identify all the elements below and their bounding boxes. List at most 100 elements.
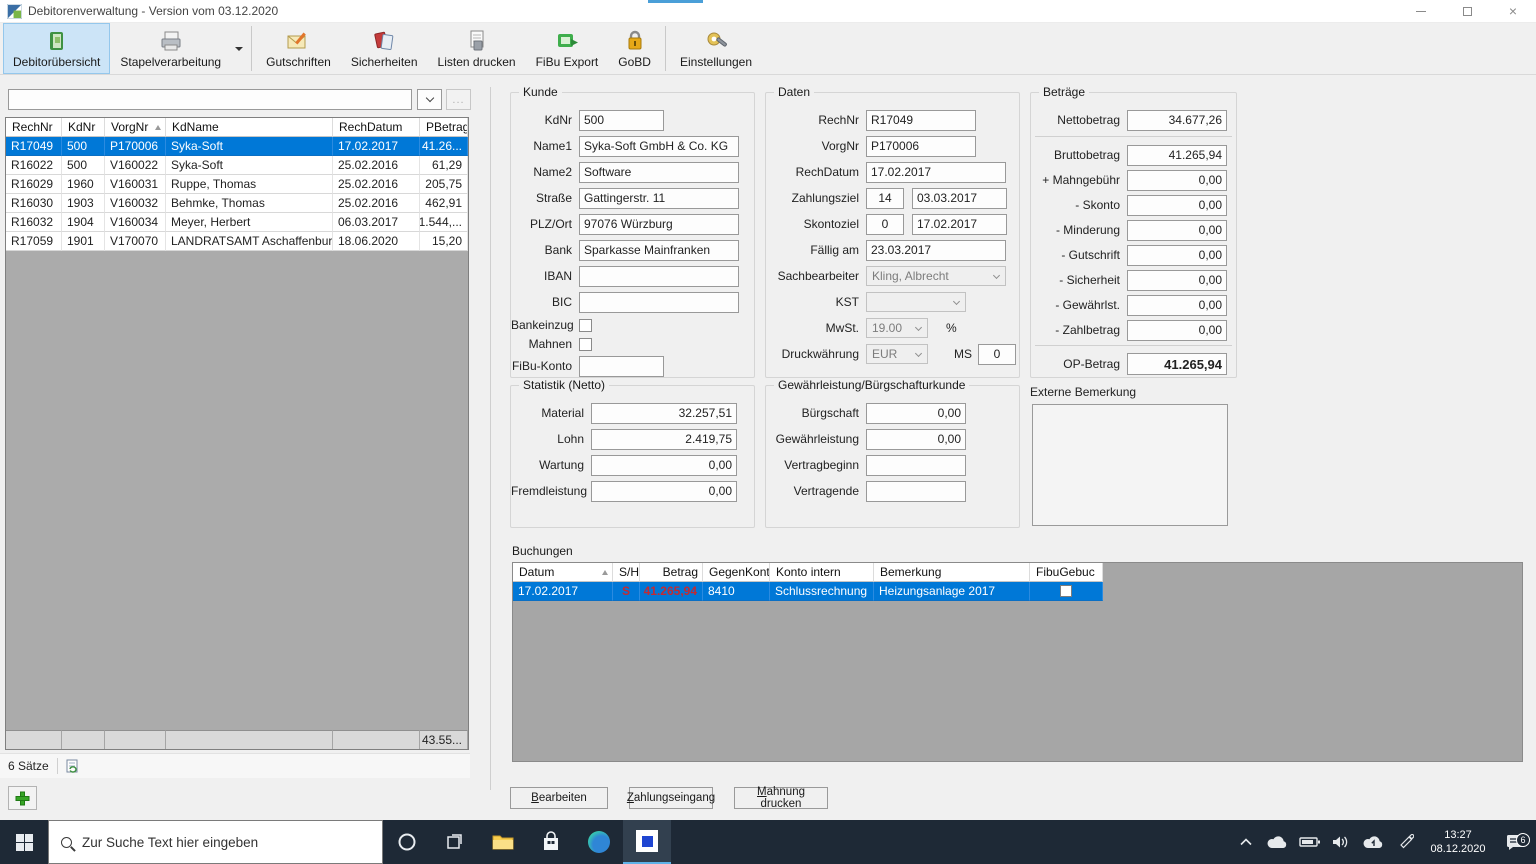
iban-input[interactable] [579, 266, 739, 287]
store-button[interactable] [527, 820, 575, 864]
name2-input[interactable] [579, 162, 739, 183]
toolbar-button-listen-drucken[interactable]: Listen drucken [428, 23, 526, 74]
zahlungsziel-days-input[interactable] [866, 188, 904, 209]
nettobetrag-input[interactable] [1127, 110, 1227, 131]
toolbar-button-fibu-export[interactable]: FiBu Export [526, 23, 609, 74]
zahlungsziel-date-input[interactable] [912, 188, 1007, 209]
bearbeiten-button[interactable]: Bearbeiten [510, 787, 608, 809]
table-row[interactable]: R160291960V160031Ruppe, Thomas25.02.2016… [6, 175, 468, 194]
table-row[interactable]: R170591901V170070LANDRATSAMT Aschaffenbu… [6, 232, 468, 251]
zahlbetrag-input[interactable] [1127, 320, 1227, 341]
taskbar-search[interactable]: Zur Suche Text hier eingeben [48, 820, 383, 864]
tray-expand-button[interactable] [1230, 838, 1262, 846]
material-input[interactable] [591, 403, 737, 424]
bruttobetrag-input[interactable] [1127, 145, 1227, 166]
bank-input[interactable] [579, 240, 739, 261]
volume-tray-button[interactable] [1326, 835, 1358, 849]
minderung-input[interactable] [1127, 220, 1227, 241]
notification-center-button[interactable]: 6 [1494, 833, 1536, 851]
table-row[interactable]: R17049500P170006Syka-Soft17.02.201741.26… [6, 137, 468, 156]
task-view-button[interactable] [431, 820, 479, 864]
vertragbeginn-input[interactable] [866, 455, 966, 476]
toolbar-button-debitoruebersicht[interactable]: Debitorübersicht [3, 23, 110, 74]
gewaehrlst-input[interactable] [1127, 295, 1227, 316]
column-header[interactable]: PBetrag [420, 118, 468, 137]
sicherheit-input[interactable] [1127, 270, 1227, 291]
table-row[interactable]: R16022500V160022Syka-Soft25.02.201661,29 [6, 156, 468, 175]
filter-combobox-input[interactable] [8, 89, 412, 110]
panel-splitter[interactable] [490, 87, 491, 790]
toolbar-button-gutschriften[interactable]: Gutschriften [256, 23, 341, 74]
start-button[interactable] [0, 820, 48, 864]
table-row[interactable]: R160321904V160034Meyer, Herbert06.03.201… [6, 213, 468, 232]
column-header[interactable]: KdName [166, 118, 333, 137]
mwst-combobox[interactable]: 19.00 [866, 318, 928, 338]
column-header[interactable]: KdNr [62, 118, 105, 137]
column-header[interactable]: Datum [513, 563, 613, 582]
toolbar-button-einstellungen[interactable]: Einstellungen [670, 23, 762, 74]
row-checkbox[interactable] [1060, 585, 1072, 597]
column-header[interactable]: Betrag [640, 563, 703, 582]
buergschaft-input[interactable] [866, 403, 966, 424]
minimize-button[interactable] [1398, 0, 1444, 22]
column-header[interactable]: FibuGebuc [1030, 563, 1103, 582]
debitorenverwaltung-app-button[interactable] [623, 820, 671, 864]
faellig-am-input[interactable] [866, 240, 1006, 261]
file-explorer-button[interactable] [479, 820, 527, 864]
wartung-input[interactable] [591, 455, 737, 476]
mahnen-checkbox[interactable] [579, 338, 592, 351]
fremdleistung-input[interactable] [591, 481, 737, 502]
filter-more-button[interactable]: ... [446, 89, 471, 110]
add-record-button[interactable] [8, 786, 37, 810]
maximize-button[interactable] [1444, 0, 1490, 22]
vertragende-input[interactable] [866, 481, 966, 502]
gewaehrleistung-input[interactable] [866, 429, 966, 450]
onedrive-tray-button[interactable] [1262, 835, 1294, 849]
close-button[interactable]: × [1490, 0, 1536, 22]
filter-dropdown-button[interactable] [417, 89, 442, 110]
table-row[interactable]: 17.02.2017S41.265,948410SchlussrechnungH… [513, 582, 1103, 601]
gutschrift-input[interactable] [1127, 245, 1227, 266]
pen-tray-button[interactable] [1390, 834, 1422, 850]
zahlungseingang-button[interactable]: Zahlungseingang [629, 787, 713, 809]
strasse-input[interactable] [579, 188, 739, 209]
toolbar-button-gobd[interactable]: GoBD [608, 23, 661, 74]
vorgnr-input[interactable] [866, 136, 976, 157]
skonto-input[interactable] [1127, 195, 1227, 216]
stapelverarbeitung-dropdown[interactable] [231, 23, 247, 74]
bic-input[interactable] [579, 292, 739, 313]
rechnr-input[interactable] [866, 110, 976, 131]
toolbar-button-sicherheiten[interactable]: Sicherheiten [341, 23, 428, 74]
column-header[interactable]: Bemerkung [874, 563, 1030, 582]
plz-ort-input[interactable] [579, 214, 739, 235]
mahngebuehr-input[interactable] [1127, 170, 1227, 191]
edge-button[interactable] [575, 820, 623, 864]
fibu-konto-input[interactable] [579, 356, 664, 377]
backup-tray-button[interactable] [1358, 835, 1390, 849]
mahnung-drucken-button[interactable]: Mahnung drucken [734, 787, 828, 809]
column-header[interactable]: S/H [613, 563, 640, 582]
druckwaehrung-combobox[interactable]: EUR [866, 344, 928, 364]
column-header[interactable]: GegenKonto [703, 563, 770, 582]
battery-tray-button[interactable] [1294, 836, 1326, 848]
column-header[interactable]: RechNr [6, 118, 62, 137]
kdnr-input[interactable] [579, 110, 664, 131]
ms-input[interactable] [978, 344, 1016, 365]
column-header[interactable]: Konto intern [770, 563, 874, 582]
kst-combobox[interactable] [866, 292, 966, 312]
refresh-document-icon[interactable] [66, 759, 78, 773]
bankeinzug-checkbox[interactable] [579, 319, 592, 332]
taskbar-clock[interactable]: 13:27 08.12.2020 [1422, 828, 1494, 856]
toolbar-button-stapelverarbeitung[interactable]: Stapelverarbeitung [110, 23, 231, 74]
skontoziel-days-input[interactable] [866, 214, 904, 235]
sachbearbeiter-combobox[interactable]: Kling, Albrecht [866, 266, 1006, 286]
column-header[interactable]: RechDatum [333, 118, 420, 137]
skontoziel-date-input[interactable] [912, 214, 1007, 235]
cortana-button[interactable] [383, 820, 431, 864]
rechdatum-input[interactable] [866, 162, 1006, 183]
table-row[interactable]: R160301903V160032Behmke, Thomas25.02.201… [6, 194, 468, 213]
op-betrag-input[interactable] [1127, 353, 1227, 375]
name1-input[interactable] [579, 136, 739, 157]
column-header[interactable]: VorgNr [105, 118, 166, 137]
lohn-input[interactable] [591, 429, 737, 450]
